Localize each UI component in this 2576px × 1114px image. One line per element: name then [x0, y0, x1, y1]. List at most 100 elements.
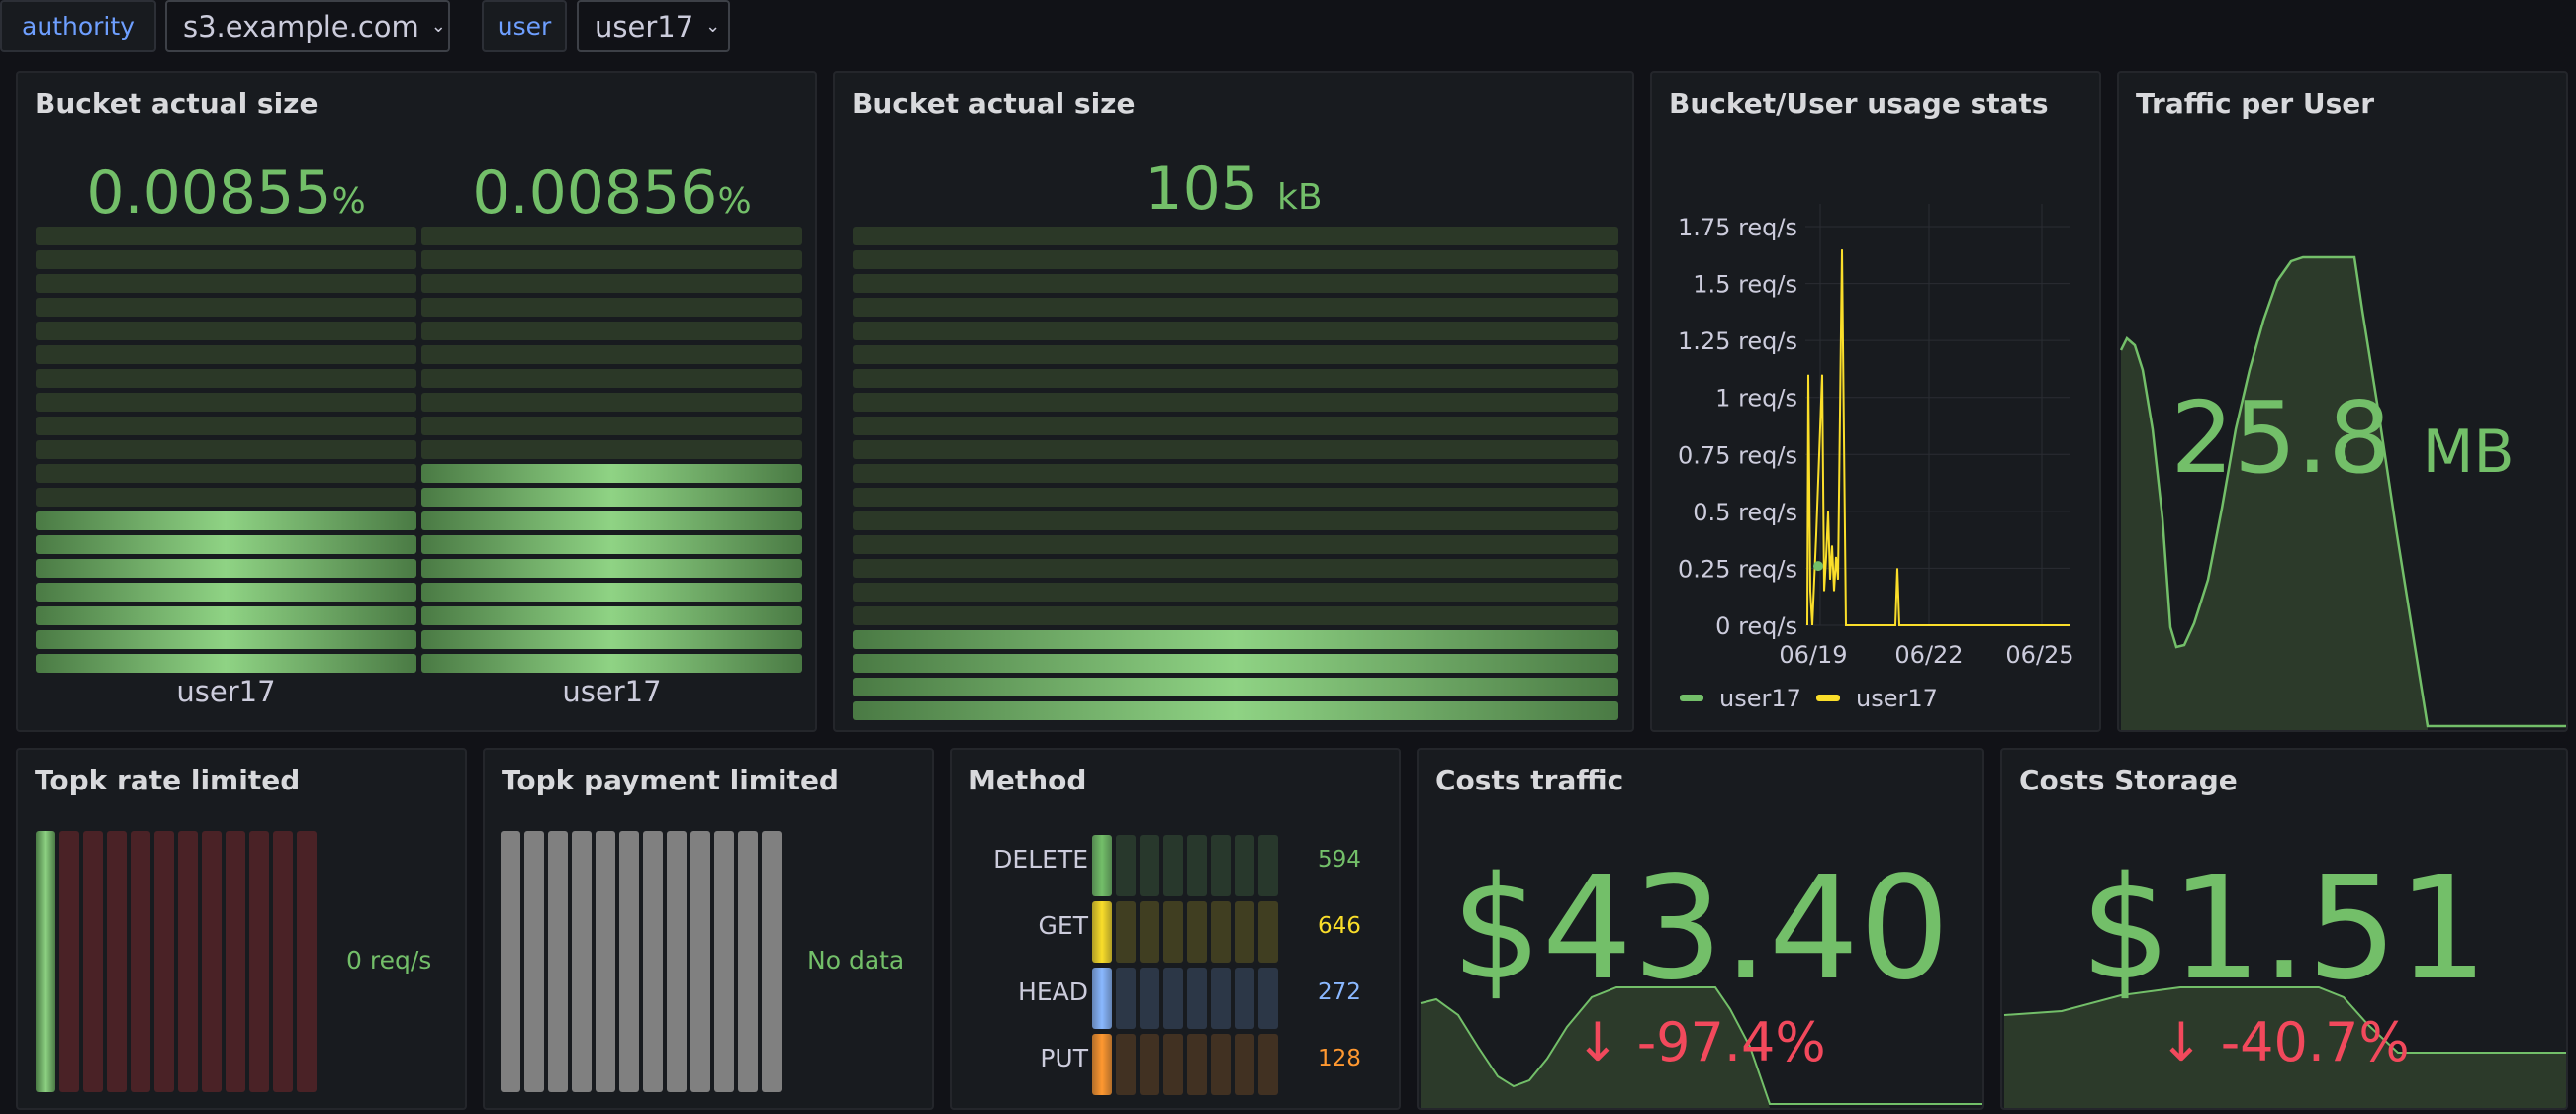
panel-usage-stats[interactable]: Bucket/User usage stats 1.75 req/s 1.5 re…	[1650, 71, 2101, 732]
panel-topk-rate-limited[interactable]: Topk rate limited 0 req/s	[16, 748, 467, 1110]
stat-change: ↓ -40.7%	[2002, 1011, 2566, 1073]
gauge-value-user17-a: 0.00855%	[36, 158, 416, 228]
user-select[interactable]: user17 ⌄	[577, 0, 730, 52]
panel-method[interactable]: Method DELETE 594 GET 646 HEAD 272 PUT 128	[950, 748, 1401, 1110]
gauge-cell	[853, 678, 1618, 696]
gauge-cell	[762, 831, 782, 1092]
gauge-cell	[36, 559, 416, 578]
gauge-cell	[853, 440, 1618, 459]
gauge-cell	[1116, 968, 1136, 1029]
gauge-cell	[421, 654, 802, 673]
gauge-cell	[619, 831, 639, 1092]
gauge-cell	[1140, 1034, 1159, 1095]
gauge-cell	[202, 831, 222, 1092]
panel-title: Bucket actual size	[852, 87, 1136, 120]
gauge-cell	[853, 583, 1618, 602]
gauge-cell	[714, 831, 734, 1092]
authority-select-value: s3.example.com	[183, 9, 419, 44]
gauge-cell	[1211, 901, 1231, 963]
gauge-cell	[297, 831, 317, 1092]
panel-traffic-per-user[interactable]: Traffic per User 25.8 MB	[2117, 71, 2568, 732]
panel-costs-traffic[interactable]: Costs traffic $43.40 ↓ -97.4%	[1417, 748, 1984, 1110]
gauge-cell	[690, 831, 710, 1092]
gauge-cell	[59, 831, 79, 1092]
gauge-cell	[1235, 901, 1254, 963]
gauge-unit: kB	[1277, 177, 1323, 218]
panel-title: Bucket actual size	[35, 87, 319, 120]
gauge-cell	[154, 831, 174, 1092]
panel-costs-storage[interactable]: Costs Storage $1.51 ↓ -40.7%	[2000, 748, 2568, 1110]
y-tick-label: 1.75 req/s	[1678, 214, 1797, 241]
gauge-cell	[853, 417, 1618, 435]
gauge-cell	[36, 464, 416, 483]
gauge-cell	[853, 606, 1618, 625]
gauge-cell	[36, 250, 416, 269]
gauge-cell	[853, 298, 1618, 317]
gauge-cell	[1163, 835, 1183, 896]
panel-bucket-size-kb[interactable]: Bucket actual size 105 kB	[833, 71, 1634, 732]
method-label-delete: DELETE	[993, 845, 1088, 874]
stat-value: $1.51	[2079, 845, 2489, 1011]
gauge-cell	[36, 393, 416, 412]
panel-bucket-size-percent[interactable]: Bucket actual size 0.00855% 0.00856% use…	[16, 71, 817, 732]
panel-title: Method	[968, 764, 1087, 796]
gauge-cell	[1116, 901, 1136, 963]
gauge-cell	[421, 630, 802, 649]
gauge-cell	[1187, 968, 1207, 1029]
gauge-cell	[36, 322, 416, 340]
gauge-number: 0.00855	[86, 158, 332, 228]
gauge-cell	[36, 511, 416, 530]
arrow-down-icon: ↓	[1575, 1011, 1620, 1073]
gauge-cell	[1163, 901, 1183, 963]
gauge-cell	[1187, 1034, 1207, 1095]
gauge-cell	[1258, 1034, 1278, 1095]
y-tick-label: 0.5 req/s	[1693, 499, 1797, 526]
gauge-cell	[1092, 835, 1112, 896]
gauge-cell	[36, 488, 416, 507]
method-label-head: HEAD	[1018, 977, 1088, 1006]
gauge-cell	[421, 227, 802, 245]
gauge-cell	[738, 831, 758, 1092]
gauge-number: 0.00856	[472, 158, 718, 228]
chevron-down-icon: ⌄	[430, 16, 446, 37]
gauge-cell	[853, 488, 1618, 507]
panel-title: Topk payment limited	[502, 764, 839, 796]
gauge-cell	[1140, 901, 1159, 963]
gauge-cell	[1163, 968, 1183, 1029]
chevron-down-icon: ⌄	[705, 16, 721, 37]
authority-select[interactable]: s3.example.com ⌄	[165, 0, 450, 52]
gauge-value-user17-b: 0.00856%	[421, 158, 802, 228]
variable-label-authority: authority	[0, 0, 156, 52]
gauge-cell	[36, 654, 416, 673]
gauge-cell	[853, 559, 1618, 578]
y-tick-label: 0 req/s	[1715, 612, 1797, 640]
x-tick-label: 06/25	[2005, 641, 2073, 669]
gauge-cell	[1092, 901, 1112, 963]
gauge-cell	[1258, 968, 1278, 1029]
gauge-cell	[1116, 835, 1136, 896]
y-tick-label: 1 req/s	[1715, 385, 1797, 413]
gauge-cell	[853, 654, 1618, 673]
gauge-cell	[1211, 835, 1231, 896]
gauge-cell	[421, 559, 802, 578]
gauge-cell	[226, 831, 245, 1092]
gauge-cell	[853, 250, 1618, 269]
x-tick-label: 06/19	[1779, 641, 1847, 669]
gauge-cell	[36, 831, 55, 1092]
gauge-name-user17-b: user17	[562, 675, 662, 708]
gauge-cell	[421, 369, 802, 388]
y-tick-label: 0.75 req/s	[1678, 441, 1797, 469]
arrow-down-icon: ↓	[2159, 1011, 2204, 1073]
gauge-cell	[421, 274, 802, 293]
panel-topk-payment-limited[interactable]: Topk payment limited No data	[483, 748, 934, 1110]
series-line-user17-yellow	[1806, 249, 2070, 626]
gauge-cell	[1092, 968, 1112, 1029]
series-point-user17-green	[1813, 561, 1823, 572]
gauge-cell	[572, 831, 592, 1092]
method-value-get: 646	[1318, 913, 1361, 939]
gauge-cell	[853, 322, 1618, 340]
x-tick-label: 06/22	[1894, 641, 1963, 669]
method-label-get: GET	[1038, 911, 1088, 940]
stat-change: ↓ -97.4%	[1419, 1011, 1982, 1073]
usage-chart: 1.75 req/s 1.5 req/s 1.25 req/s 1 req/s 0.75…	[1678, 204, 2074, 712]
